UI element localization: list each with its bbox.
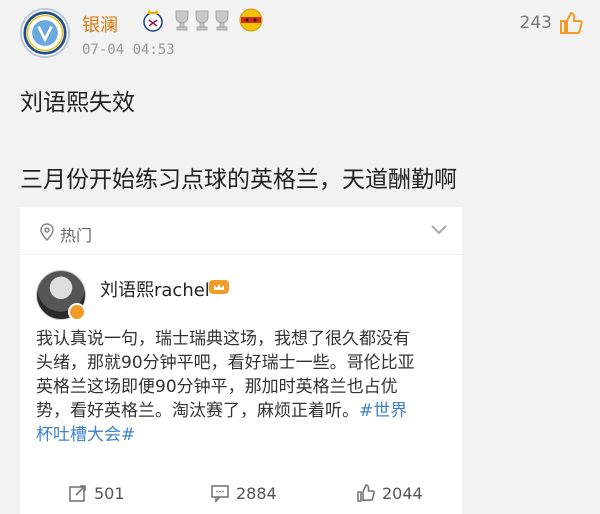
- hot-section-bar: 热门: [20, 207, 462, 255]
- repost-button[interactable]: 501: [68, 483, 125, 503]
- like-count: 2044: [382, 483, 423, 503]
- repost-body-line: 势，看好英格兰。淘汰赛了，麻烦正着听。: [36, 401, 359, 421]
- repost-icon: [69, 485, 86, 502]
- repost-card[interactable]: 热门 刘语熙rachel 我认真说一句，瑞士瑞典这场，我想了很久都没有 头绪，那…: [20, 207, 462, 514]
- hashtag-link[interactable]: #世界: [359, 401, 407, 421]
- hot-label: 热门: [60, 226, 93, 245]
- repost-body-line: 英格兰这场即便90分钟平，那加时英格兰也占优: [36, 377, 398, 397]
- repost-body-line: 头绪，那就90分钟平吧，看好瑞士一些。哥伦比亚: [36, 353, 415, 373]
- post-like-count: 243: [519, 13, 552, 33]
- user-avatar[interactable]: [20, 8, 70, 58]
- spain-emoji-icon: [239, 8, 263, 32]
- like-button[interactable]: 2044: [356, 483, 423, 503]
- thumbs-up-icon: [357, 484, 375, 502]
- member-crown-icon: [209, 280, 229, 294]
- thumbs-up-icon: [560, 11, 583, 34]
- post-like-button[interactable]: 243: [520, 10, 584, 36]
- chevron-down-icon[interactable]: [430, 223, 448, 237]
- post-timestamp: 07-04 04:53: [82, 42, 175, 58]
- repost-actions: 501 2884 2044: [20, 477, 462, 507]
- club-crest-icon: [23, 11, 67, 55]
- post-text-line-1: 刘语熙失效: [20, 90, 135, 116]
- username[interactable]: 银澜: [82, 11, 118, 37]
- repost-body-line: 我认真说一句，瑞士瑞典这场，我想了很久都没有: [36, 329, 410, 349]
- repost-body-line-with-tag: 势，看好英格兰。淘汰赛了，麻烦正着听。#世界: [36, 399, 456, 423]
- comment-icon: [211, 485, 229, 503]
- post-text-line-2: 三月份开始练习点球的英格兰，天道酬勤啊: [20, 167, 457, 193]
- trophy-icon: [175, 10, 229, 31]
- hot-pin-icon: [40, 223, 54, 241]
- comment-count: 2884: [236, 483, 277, 503]
- comment-button[interactable]: 2884: [210, 483, 277, 503]
- verified-badge-icon: [68, 303, 86, 321]
- hashtag-link-cont[interactable]: 杯吐槽大会#: [36, 425, 135, 445]
- repost-author-name[interactable]: 刘语熙rachel: [100, 276, 210, 302]
- post-header: 银澜 07-04 04:53 243: [0, 0, 600, 70]
- user-badges: [140, 7, 264, 33]
- repost-count: 501: [94, 483, 125, 503]
- repost-body-line-tag-cont: 杯吐槽大会#: [36, 423, 456, 447]
- real-madrid-crest-icon: [143, 10, 163, 32]
- repost-body: 我认真说一句，瑞士瑞典这场，我想了很久都没有 头绪，那就90分钟平吧，看好瑞士一…: [36, 327, 456, 447]
